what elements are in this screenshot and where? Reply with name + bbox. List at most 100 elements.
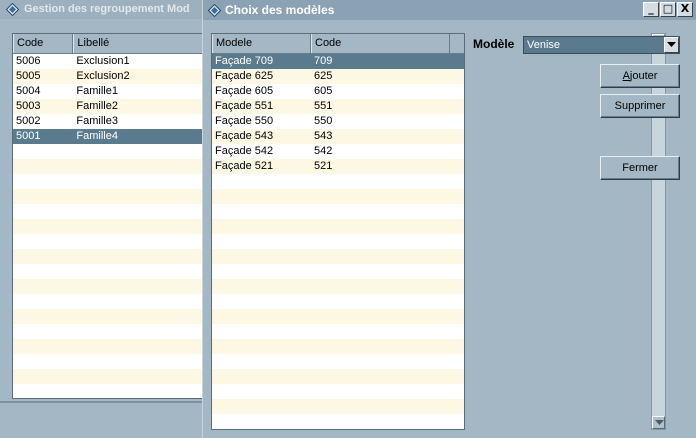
table-row[interactable] [212,324,464,339]
column-header-libelle[interactable]: Libellé [73,34,203,53]
table-row[interactable]: 5001 Famille4 [13,129,203,144]
table-row[interactable] [13,294,203,309]
table-cell: Famille3 [76,115,118,127]
table-row[interactable]: 5006 Exclusion1 [13,54,203,69]
table-row[interactable] [212,384,464,399]
back-window-divider [0,401,210,403]
delete-button[interactable]: Supprimer [600,94,680,118]
table-cell: Façade 551 [215,100,274,112]
table-cell: 5001 [16,130,41,142]
table-cell: Façade 550 [215,115,274,127]
table-row[interactable] [13,324,203,339]
scroll-down-button[interactable] [652,416,665,429]
table-row[interactable]: Façade 605 605 [212,84,464,99]
table-cell: Famille1 [76,85,118,97]
table-cell: 5004 [16,85,41,97]
table-row[interactable]: Façade 625 625 [212,69,464,84]
model-select-value: Venise [527,39,561,51]
model-select-dropdown-button[interactable] [664,37,679,53]
table-row[interactable] [212,264,464,279]
table-row[interactable] [212,399,464,414]
table-row[interactable] [13,159,203,174]
models-grid-scrollbar[interactable] [651,33,666,430]
close-button[interactable]: Fermer [600,156,680,180]
add-button-label: jouter [629,70,658,82]
models-grid[interactable]: Modele Code Façade 709 709 Façade 625 625 Fa… [211,33,465,430]
table-row[interactable] [212,174,464,189]
table-cell: Exclusion2 [76,70,130,82]
table-cell: 5005 [16,70,41,82]
front-window: Choix des modèles _ □ X Modele Code Faça… [202,0,696,438]
table-row[interactable] [212,189,464,204]
table-cell: 5003 [16,100,41,112]
front-window-title: Choix des modèles [225,3,335,17]
model-select[interactable]: Venise [523,36,680,54]
table-cell: 550 [314,115,333,127]
table-row[interactable]: Façade 550 550 [212,114,464,129]
table-row[interactable] [212,309,464,324]
table-cell: 551 [314,100,333,112]
back-grid[interactable]: Code Libellé 5006 Exclusion1 5005 Exclusion… [12,33,204,399]
table-row[interactable] [212,354,464,369]
table-row[interactable] [13,309,203,324]
add-button[interactable]: Ajouter [600,64,680,88]
minimize-button[interactable]: _ [643,2,659,17]
table-row[interactable]: 5004 Famille1 [13,84,203,99]
table-cell: Exclusion1 [76,55,130,67]
table-row[interactable]: Façade 521 521 [212,159,464,174]
table-cell: 542 [314,145,333,157]
table-cell: Façade 605 [215,85,274,97]
table-row[interactable] [212,234,464,249]
maximize-button[interactable]: □ [660,2,676,17]
table-row[interactable] [13,144,203,159]
window-controls: _ □ X [642,2,693,17]
front-window-titlebar[interactable]: Choix des modèles _ □ X [203,0,696,20]
table-row[interactable]: 5003 Famille2 [13,99,203,114]
table-row[interactable] [13,369,203,384]
table-row[interactable]: Façade 709 709 [212,54,464,69]
table-row[interactable]: 5005 Exclusion2 [13,69,203,84]
table-cell: 543 [314,130,333,142]
add-button-accel: A [622,70,630,82]
table-cell: 625 [314,70,333,82]
table-row[interactable] [212,369,464,384]
table-cell: Façade 543 [215,130,274,142]
column-header-modele[interactable]: Modele [212,34,311,53]
table-cell: 521 [314,160,333,172]
back-window-title: Gestion des regroupement Mod [24,3,190,15]
table-row[interactable] [13,219,203,234]
table-row[interactable] [13,174,203,189]
table-row[interactable] [212,294,464,309]
table-row[interactable] [212,249,464,264]
column-header-code[interactable]: Code [13,34,74,53]
back-window-titlebar[interactable]: Gestion des regroupement Mod [0,0,210,19]
table-row[interactable] [13,339,203,354]
table-row[interactable] [13,189,203,204]
table-row[interactable]: Façade 551 551 [212,99,464,114]
table-row[interactable] [13,249,203,264]
table-row[interactable] [212,279,464,294]
table-cell: Façade 521 [215,160,274,172]
table-row[interactable] [13,384,203,398]
table-row[interactable] [13,234,203,249]
models-grid-body: Façade 709 709 Façade 625 625 Façade 605 605 F… [212,54,464,429]
table-cell: 5002 [16,115,41,127]
close-window-button[interactable]: X [677,2,693,17]
table-row[interactable] [13,264,203,279]
table-row[interactable]: 5002 Famille3 [13,114,203,129]
table-cell: Famille2 [76,100,118,112]
back-grid-body: 5006 Exclusion1 5005 Exclusion2 5004 Famille1… [13,54,203,398]
table-row[interactable] [212,219,464,234]
table-row[interactable] [212,204,464,219]
table-row[interactable] [212,339,464,354]
column-header-code[interactable]: Code [311,34,450,53]
table-row[interactable] [13,354,203,369]
table-row[interactable]: Façade 542 542 [212,144,464,159]
table-cell: 605 [314,85,333,97]
table-row[interactable] [212,414,464,429]
triangle-down-icon [667,42,676,47]
app-diamond-icon [207,3,222,18]
table-row[interactable]: Façade 543 543 [212,129,464,144]
table-row[interactable] [13,204,203,219]
table-row[interactable] [13,279,203,294]
